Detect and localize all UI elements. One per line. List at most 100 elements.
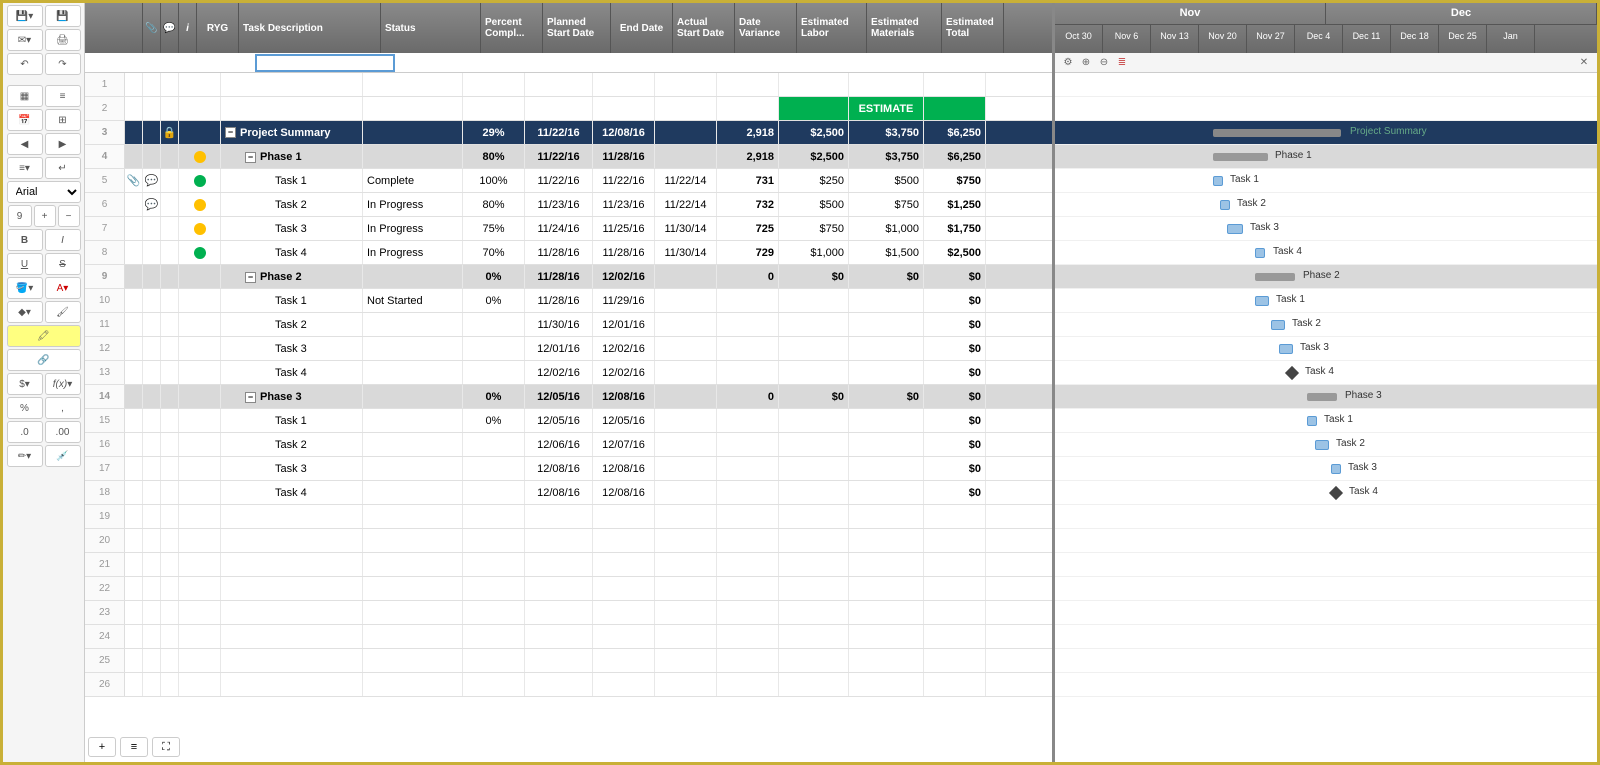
font-increase[interactable]: + (34, 205, 56, 227)
pstart-cell[interactable] (525, 601, 593, 624)
pct-cell[interactable] (463, 673, 525, 696)
calendar-view-button[interactable]: 📅 (7, 109, 43, 131)
gantt-body[interactable]: Project SummaryPhase 1Task 1Task 2Task 3… (1055, 73, 1597, 762)
pct-cell[interactable] (463, 337, 525, 360)
gantt-row[interactable]: Task 3 (1055, 337, 1597, 361)
ryg-cell[interactable] (179, 601, 221, 624)
gantt-row[interactable] (1055, 625, 1597, 649)
info-cell[interactable] (161, 409, 179, 432)
pct-cell[interactable]: 75% (463, 217, 525, 240)
astart-cell[interactable]: 11/30/14 (655, 217, 717, 240)
pct-cell[interactable] (463, 553, 525, 576)
info-cell[interactable] (161, 553, 179, 576)
comment-cell[interactable] (143, 121, 161, 144)
row-21[interactable]: 21 (85, 553, 1052, 577)
mat-cell[interactable] (849, 577, 924, 600)
card-view-button[interactable]: ⊞ (45, 109, 81, 131)
col-var[interactable]: Date Variance🔒 (735, 3, 797, 53)
ryg-cell[interactable] (179, 577, 221, 600)
total-cell[interactable]: $1,250 (924, 193, 986, 216)
pct-cell[interactable] (463, 361, 525, 384)
info-cell[interactable] (161, 673, 179, 696)
mat-cell[interactable] (849, 337, 924, 360)
comment-cell[interactable] (143, 457, 161, 480)
comment-cell[interactable] (143, 361, 161, 384)
attach-cell[interactable] (125, 625, 143, 648)
total-cell[interactable]: $0 (924, 409, 986, 432)
var-cell[interactable]: 729 (717, 241, 779, 264)
zoom-in-icon[interactable]: ⊕ (1079, 56, 1093, 70)
task-cell[interactable]: −Project Summary (221, 121, 363, 144)
gantt-row[interactable]: Task 1 (1055, 289, 1597, 313)
milestone-diamond[interactable] (1329, 486, 1343, 500)
labor-cell[interactable] (779, 553, 849, 576)
task-cell[interactable]: Task 1 (221, 289, 363, 312)
task-cell[interactable]: Task 3 (221, 457, 363, 480)
comment-cell[interactable] (143, 553, 161, 576)
labor-cell[interactable] (779, 529, 849, 552)
thousands-button[interactable]: , (45, 397, 81, 419)
gantt-row[interactable]: Task 4 (1055, 481, 1597, 505)
total-cell[interactable] (924, 625, 986, 648)
attach-cell[interactable] (125, 241, 143, 264)
fill-color-button[interactable]: 🪣▾ (7, 277, 43, 299)
mat-cell[interactable] (849, 601, 924, 624)
status-cell[interactable] (363, 649, 463, 672)
astart-cell[interactable] (655, 649, 717, 672)
pct-cell[interactable] (463, 73, 525, 96)
labor-cell[interactable]: $0 (779, 385, 849, 408)
total-cell[interactable] (924, 553, 986, 576)
gantt-row[interactable]: Task 1 (1055, 169, 1597, 193)
total-cell[interactable]: $2,500 (924, 241, 986, 264)
row-25[interactable]: 25 (85, 649, 1052, 673)
status-cell[interactable] (363, 337, 463, 360)
total-cell[interactable]: $0 (924, 481, 986, 504)
total-cell[interactable]: $0 (924, 313, 986, 336)
status-cell[interactable]: In Progress (363, 193, 463, 216)
total-cell[interactable]: $750 (924, 169, 986, 192)
gantt-bar[interactable] (1220, 200, 1230, 210)
labor-cell[interactable]: $2,500 (779, 121, 849, 144)
comment-cell[interactable] (143, 97, 161, 120)
ryg-cell[interactable] (179, 481, 221, 504)
total-cell[interactable]: $0 (924, 289, 986, 312)
labor-cell[interactable]: $250 (779, 169, 849, 192)
col-attach[interactable]: 📎 (143, 3, 161, 53)
pct-cell[interactable]: 0% (463, 265, 525, 288)
astart-cell[interactable] (655, 433, 717, 456)
comment-cell[interactable] (143, 433, 161, 456)
var-cell[interactable]: 725 (717, 217, 779, 240)
row-13[interactable]: 13Task 412/02/1612/02/16$0 (85, 361, 1052, 385)
total-cell[interactable]: $0 (924, 433, 986, 456)
ryg-cell[interactable] (179, 649, 221, 672)
labor-cell[interactable]: $0 (779, 265, 849, 288)
ryg-cell[interactable] (179, 433, 221, 456)
total-cell[interactable]: $6,250 (924, 145, 986, 168)
var-cell[interactable] (717, 673, 779, 696)
pct-cell[interactable]: 0% (463, 289, 525, 312)
pstart-cell[interactable] (525, 73, 593, 96)
comment-cell[interactable] (143, 577, 161, 600)
mat-cell[interactable] (849, 481, 924, 504)
gantt-row[interactable]: Phase 2 (1055, 265, 1597, 289)
var-cell[interactable] (717, 289, 779, 312)
gantt-row[interactable] (1055, 73, 1597, 97)
var-cell[interactable] (717, 457, 779, 480)
info-cell[interactable] (161, 337, 179, 360)
ryg-cell[interactable] (179, 145, 221, 168)
row-24[interactable]: 24 (85, 625, 1052, 649)
ryg-cell[interactable] (179, 97, 221, 120)
gantt-row[interactable] (1055, 649, 1597, 673)
pstart-cell[interactable]: 11/30/16 (525, 313, 593, 336)
pct-cell[interactable] (463, 97, 525, 120)
mat-cell[interactable] (849, 73, 924, 96)
pend-cell[interactable]: 12/02/16 (593, 265, 655, 288)
info-cell[interactable] (161, 193, 179, 216)
astart-cell[interactable] (655, 673, 717, 696)
pstart-cell[interactable]: 12/08/16 (525, 457, 593, 480)
row-7[interactable]: 7Task 3In Progress75%11/24/1611/25/1611/… (85, 217, 1052, 241)
task-cell[interactable] (221, 529, 363, 552)
row-17[interactable]: 17Task 312/08/1612/08/16$0 (85, 457, 1052, 481)
attach-cell[interactable] (125, 553, 143, 576)
decimal-decrease-button[interactable]: .0 (7, 421, 43, 443)
